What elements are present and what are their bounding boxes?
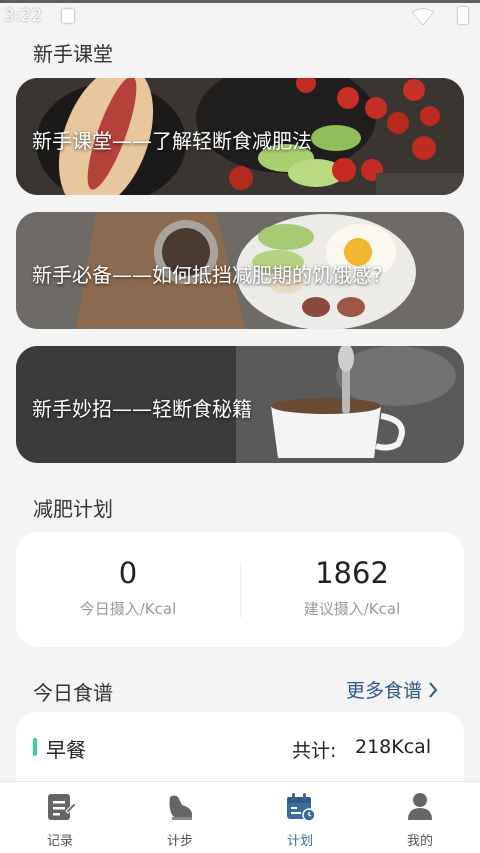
beginner-card-1[interactable]: 新手课堂——了解轻断食减肥法	[16, 78, 464, 195]
today-intake-value: 0	[118, 556, 138, 590]
tab-steps-label: 计步	[166, 834, 193, 849]
status-bar-topline	[0, 0, 480, 3]
meal-name: 早餐	[46, 738, 86, 762]
chevron-right-icon	[429, 681, 438, 698]
beginner-card-3[interactable]: 新手妙招——轻断食秘籍	[16, 346, 464, 463]
tab-record[interactable]: 记录	[0, 782, 120, 853]
plan-section-title: 减肥计划	[33, 497, 113, 521]
status-time: 3:22	[4, 6, 43, 26]
meal-total-label: 共计:	[292, 740, 337, 762]
meal-marker	[33, 738, 37, 756]
tab-steps[interactable]: 计步	[120, 782, 240, 853]
suggested-intake-value: 1862	[315, 556, 389, 590]
suggested-intake: 1862 建议摄入/Kcal	[240, 532, 464, 647]
today-intake: 0 今日摄入/Kcal	[16, 532, 240, 647]
plan-card: 0 今日摄入/Kcal 1862 建议摄入/Kcal	[16, 532, 464, 647]
shoe-icon	[169, 795, 192, 820]
tab-plan[interactable]: 计划	[240, 782, 360, 853]
beginner-card-1-label: 新手课堂——了解轻断食减肥法	[32, 129, 312, 153]
suggested-intake-label: 建议摄入/Kcal	[303, 600, 401, 618]
bottom-tab-bar: 记录 计步 计划 我的	[0, 781, 480, 853]
calendar-icon	[287, 793, 316, 822]
person-icon	[408, 793, 432, 820]
beginner-card-3-label: 新手妙招——轻断食秘籍	[32, 397, 252, 421]
tab-mine-label: 我的	[406, 834, 433, 849]
tab-plan-label: 计划	[286, 834, 313, 849]
status-bar: 3:22	[0, 0, 480, 34]
recipe-section-title: 今日食谱	[33, 681, 113, 705]
tab-record-label: 记录	[46, 834, 73, 849]
wifi-icon	[412, 8, 434, 26]
beginner-section-title: 新手课堂	[33, 42, 113, 66]
more-recipes-label: 更多食谱	[346, 680, 423, 702]
record-icon	[48, 794, 76, 820]
notification-icon	[62, 9, 74, 23]
today-intake-label: 今日摄入/Kcal	[79, 600, 177, 618]
more-recipes-link[interactable]: 更多食谱	[346, 676, 438, 703]
battery-icon	[458, 7, 468, 24]
meal-total-value: 218Kcal	[355, 736, 432, 758]
beginner-card-2[interactable]: 新手必备——如何抵挡减肥期的饥饿感?	[16, 212, 464, 329]
beginner-card-2-label: 新手必备——如何抵挡减肥期的饥饿感?	[32, 263, 383, 287]
tab-mine[interactable]: 我的	[360, 782, 480, 853]
